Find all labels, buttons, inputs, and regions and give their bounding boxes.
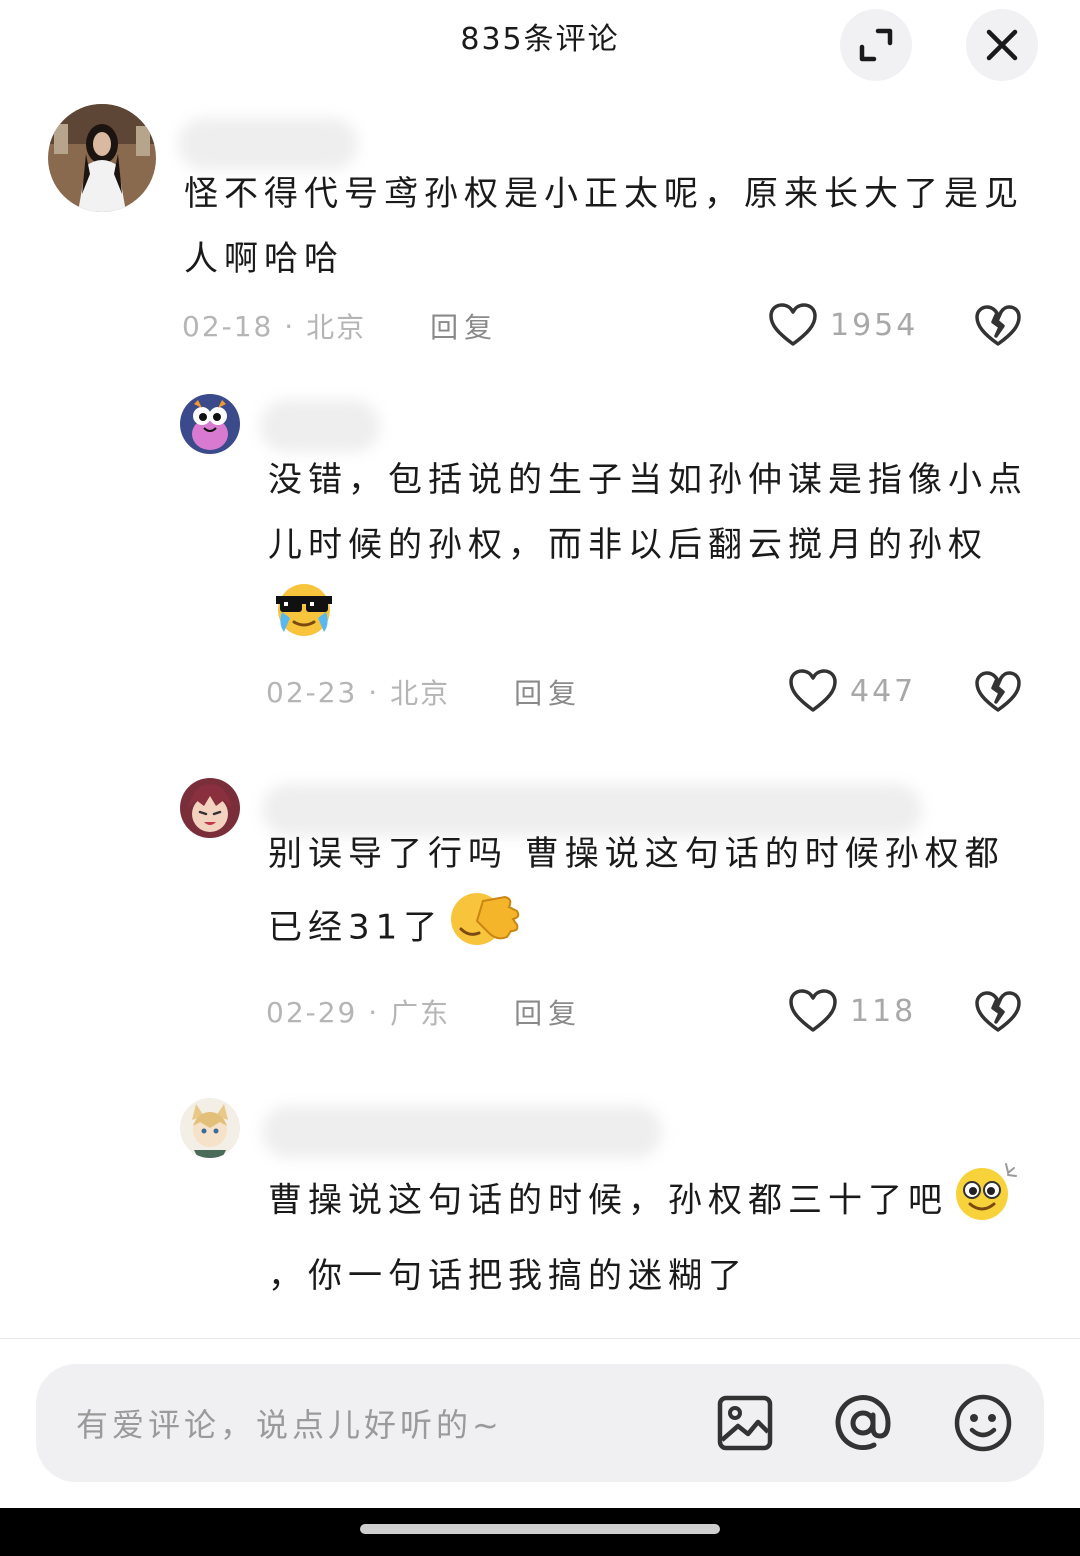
heart-outline-icon xyxy=(789,989,837,1032)
expand-icon xyxy=(859,28,893,62)
home-indicator[interactable] xyxy=(360,1524,720,1534)
heart-outline-icon xyxy=(789,669,837,712)
reply-item: 别误导了行吗 曹操说这句话的时候孙权都已经31了 02-29 · 广东 回复 1… xyxy=(0,770,1080,1070)
comment-input-bar[interactable]: 有爱评论，说点儿好听的~ xyxy=(36,1364,1044,1482)
close-button[interactable] xyxy=(966,9,1038,81)
comment-list[interactable]: 怪不得代号鸢孙权是小正太呢，原来长大了是见人啊哈哈 02-18 · 北京 回复 … xyxy=(0,90,1080,1338)
comment-location: 广东 xyxy=(390,997,451,1030)
like-button[interactable]: 447 xyxy=(788,668,916,714)
like-button[interactable]: 118 xyxy=(788,988,916,1034)
reply-item: 曹操说这句话的时候，孙权都三十了吧 ，你一句话把我搞的迷糊了 03-05 · 江… xyxy=(0,1090,1080,1338)
like-count: 447 xyxy=(850,673,917,709)
broken-heart-icon xyxy=(975,991,1021,1032)
comment-date: 02-29 xyxy=(266,995,358,1029)
at-icon xyxy=(835,1395,891,1451)
image-button[interactable] xyxy=(712,1390,778,1456)
avatar[interactable] xyxy=(180,394,240,454)
mention-button[interactable] xyxy=(830,1390,896,1456)
comment-meta: 02-29 · 广东 回复 xyxy=(266,992,582,1032)
facepalm-emoji xyxy=(447,887,523,971)
comment-date: 02-23 xyxy=(266,675,358,709)
cool-crying-emoji xyxy=(272,578,336,660)
reply-item: 没错，包括说的生子当如孙仲谋是指像小点儿时候的孙权，而非以后翻云搅月的孙权 02… xyxy=(0,380,1080,740)
input-divider xyxy=(0,1338,1080,1339)
comment-text: 别误导了行吗 曹操说这句话的时候孙权都已经31了 xyxy=(268,822,1038,971)
dizzy-smile-emoji xyxy=(952,1160,1018,1244)
reply-button[interactable]: 回复 xyxy=(430,306,498,346)
like-count: 1954 xyxy=(830,307,919,343)
reply-button[interactable]: 回复 xyxy=(514,992,582,1032)
comment-text: 怪不得代号鸢孙权是小正太呢，原来长大了是见人啊哈哈 xyxy=(184,174,1024,279)
comment-count-title: 835条评论 xyxy=(460,22,620,57)
reply-button[interactable]: 回复 xyxy=(514,672,582,712)
like-count: 118 xyxy=(850,993,917,1029)
avatar[interactable] xyxy=(180,778,240,838)
username-redacted xyxy=(260,400,380,452)
comment-text: 曹操说这句话的时候，孙权都三十了吧 ，你一句话把我搞的迷糊了 xyxy=(268,1160,1028,1309)
system-navigation-bar xyxy=(0,1508,1080,1556)
image-icon xyxy=(717,1395,773,1451)
comment-meta: 02-18 · 北京 回复 xyxy=(182,306,498,346)
comment-item: 怪不得代号鸢孙权是小正太呢，原来长大了是见人啊哈哈 02-18 · 北京 回复 … xyxy=(0,90,1080,370)
close-icon xyxy=(986,29,1018,61)
expand-button[interactable] xyxy=(840,9,912,81)
avatar[interactable] xyxy=(48,104,156,212)
comments-header: 835条评论 xyxy=(0,0,1080,90)
comment-meta: 02-23 · 北京 回复 xyxy=(266,672,582,712)
dislike-button[interactable] xyxy=(974,990,1022,1038)
dislike-button[interactable] xyxy=(974,304,1022,352)
dislike-button[interactable] xyxy=(974,670,1022,718)
username-redacted xyxy=(262,1106,662,1158)
smiley-icon xyxy=(954,1394,1012,1452)
heart-outline-icon xyxy=(769,303,817,346)
comment-location: 北京 xyxy=(390,677,451,710)
comment-date: 02-18 xyxy=(182,309,274,343)
like-button[interactable]: 1954 xyxy=(768,302,918,348)
comment-location: 北京 xyxy=(306,311,367,344)
comment-input[interactable]: 有爱评论，说点儿好听的~ xyxy=(76,1400,503,1446)
emoji-button[interactable] xyxy=(950,1390,1016,1456)
comment-text: 没错，包括说的生子当如孙仲谋是指像小点儿时候的孙权，而非以后翻云搅月的孙权 xyxy=(268,448,1028,660)
broken-heart-icon xyxy=(975,671,1021,712)
avatar[interactable] xyxy=(180,1098,240,1158)
broken-heart-icon xyxy=(975,305,1021,346)
